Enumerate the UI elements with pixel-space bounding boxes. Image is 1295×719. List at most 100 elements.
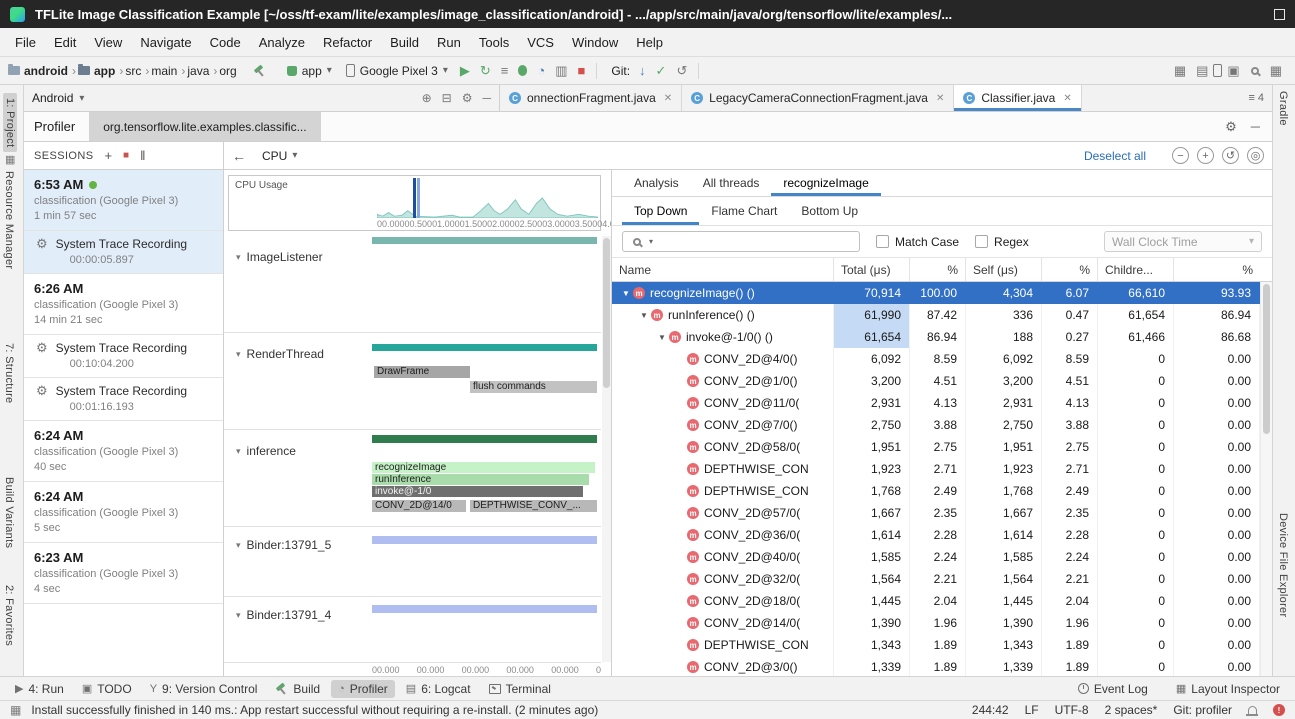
clock-type-dropdown[interactable]: Wall Clock Time ▾ bbox=[1104, 231, 1262, 252]
regex-checkbox[interactable]: Regex bbox=[975, 235, 1029, 249]
menu-item[interactable]: Build bbox=[381, 32, 428, 53]
profiler-session-tab[interactable]: org.tensorflow.lite.examples.classific..… bbox=[89, 112, 320, 141]
menu-item[interactable]: Edit bbox=[45, 32, 85, 53]
thread-lane[interactable]: ▾Binder:13791_4 bbox=[224, 597, 601, 663]
close-icon[interactable]: ✕ bbox=[1061, 93, 1071, 104]
attach-debugger-button[interactable]: ▥ bbox=[550, 63, 572, 79]
stop-session-button[interactable]: ■ bbox=[123, 150, 129, 161]
calltree-row[interactable]: m CONV_2D@1/0() 3,200 4.51 3,200 4.51 0 … bbox=[612, 370, 1272, 392]
toolbar-item-todo[interactable]: ▣ TODO bbox=[75, 680, 139, 698]
locate-file-icon[interactable]: ⊕ bbox=[422, 91, 432, 105]
tool-window-switcher-icon[interactable]: ▦ bbox=[10, 703, 21, 717]
selection-range[interactable] bbox=[417, 178, 420, 218]
trace-event[interactable]: CONV_2D@14/0 bbox=[372, 500, 466, 512]
toolbar-item-layout-inspector[interactable]: ▦ Layout Inspector bbox=[1169, 680, 1287, 698]
breadcrumb-java[interactable]: java bbox=[187, 64, 209, 78]
sidebar-item-structure[interactable]: 7: Structure bbox=[3, 343, 15, 403]
trace-event[interactable]: runInference bbox=[372, 474, 589, 485]
tab-analysis[interactable]: Analysis bbox=[622, 170, 691, 196]
debug-button[interactable] bbox=[518, 65, 527, 76]
calltree-row[interactable]: m CONV_2D@14/0( 1,390 1.96 1,390 1.96 0 … bbox=[612, 612, 1272, 634]
build-hammer-icon[interactable] bbox=[253, 64, 266, 77]
trace-event[interactable]: flush commands bbox=[470, 381, 597, 393]
calltree-row[interactable]: m CONV_2D@3/0() 1,339 1.89 1,339 1.89 0 … bbox=[612, 656, 1272, 676]
gear-icon[interactable]: ⚙ bbox=[462, 91, 473, 105]
apply-changes-button[interactable]: ↻ bbox=[475, 63, 496, 79]
toolbar-item-run[interactable]: ▶ 4: Run bbox=[8, 680, 71, 698]
thread-lane[interactable]: ▾inference recognizeImage runInference i… bbox=[224, 430, 601, 527]
project-view-selector[interactable]: Android bbox=[32, 91, 73, 105]
tab-top-down[interactable]: Top Down bbox=[622, 197, 699, 225]
calltree-row[interactable]: ▼ m recognizeImage() () 70,914 100.00 4,… bbox=[612, 282, 1272, 304]
back-arrow-icon[interactable]: ← bbox=[224, 148, 256, 164]
session-item[interactable]: 6:23 AM classification (Google Pixel 3) … bbox=[24, 543, 223, 604]
column-header-children[interactable]: Childre... bbox=[1098, 258, 1174, 281]
selection-handle[interactable] bbox=[413, 178, 416, 218]
run-button[interactable]: ▶ bbox=[455, 63, 475, 79]
calltree-row[interactable]: m CONV_2D@7/0() 2,750 3.88 2,750 3.88 0 … bbox=[612, 414, 1272, 436]
menu-item[interactable]: Analyze bbox=[250, 32, 314, 53]
reset-zoom-button[interactable]: ↺ bbox=[1222, 147, 1239, 164]
toolbar-item-profiler[interactable]: ◔ Profiler bbox=[331, 680, 395, 698]
column-header-total[interactable]: Total (μs) bbox=[834, 258, 910, 281]
breadcrumb-src[interactable]: src bbox=[125, 64, 141, 78]
breadcrumb-app[interactable]: app bbox=[78, 64, 115, 78]
calltree-row[interactable]: m DEPTHWISE_CON 1,768 2.49 1,768 2.49 0 … bbox=[612, 480, 1272, 502]
file-encoding[interactable]: UTF-8 bbox=[1055, 703, 1089, 717]
profiler-type-dropdown[interactable]: CPU ▾ bbox=[256, 147, 303, 165]
editor-tab[interactable]: C LegacyCameraConnectionFragment.java ✕ bbox=[682, 85, 954, 111]
calltree-row[interactable]: m DEPTHWISE_CON 1,923 2.71 1,923 2.71 0 … bbox=[612, 458, 1272, 480]
search-input[interactable] bbox=[655, 235, 855, 249]
run-config-dropdown[interactable]: app ▾ bbox=[280, 62, 339, 80]
calltree-row[interactable]: m CONV_2D@40/0( 1,585 2.24 1,585 2.24 0 … bbox=[612, 546, 1272, 568]
line-ending[interactable]: LF bbox=[1025, 703, 1039, 717]
project-structure-button[interactable]: ▦ bbox=[1265, 63, 1287, 79]
breadcrumb-main[interactable]: main bbox=[151, 64, 177, 78]
sdk-manager-button[interactable]: ▣ bbox=[1222, 63, 1244, 79]
cpu-scrollbar[interactable] bbox=[602, 236, 611, 662]
column-header-children-pct[interactable]: % bbox=[1174, 258, 1260, 281]
calltree-row[interactable]: m CONV_2D@11/0( 2,931 4.13 2,931 4.13 0 … bbox=[612, 392, 1272, 414]
calltree-row[interactable]: m CONV_2D@4/0() 6,092 8.59 6,092 8.59 0 … bbox=[612, 348, 1272, 370]
cpu-usage-chart[interactable]: CPU Usage 00.00000.50001.00001.50002.000… bbox=[228, 175, 601, 231]
git-commit-button[interactable]: ✓ bbox=[651, 63, 672, 79]
git-update-button[interactable]: ↓ bbox=[634, 63, 651, 78]
expand-arrow-icon[interactable]: ▼ bbox=[620, 289, 632, 298]
table-scrollbar[interactable] bbox=[1260, 282, 1272, 676]
recording-item[interactable]: ⚙ System Trace Recording 00:00:05.897 bbox=[24, 231, 223, 274]
caret-position[interactable]: 244:42 bbox=[972, 703, 1009, 717]
toolbar-item-terminal[interactable]: Terminal bbox=[482, 680, 558, 698]
calltree-row[interactable]: m CONV_2D@18/0( 1,445 2.04 1,445 2.04 0 … bbox=[612, 590, 1272, 612]
column-header-total-pct[interactable]: % bbox=[910, 258, 966, 281]
close-icon[interactable]: ✕ bbox=[662, 93, 672, 104]
scrollbar-thumb[interactable] bbox=[603, 238, 610, 388]
collapse-all-icon[interactable]: ⊟ bbox=[442, 91, 452, 105]
menu-item[interactable]: Tools bbox=[470, 32, 518, 53]
tab-bottom-up[interactable]: Bottom Up bbox=[789, 197, 870, 225]
recording-item[interactable]: ⚙ System Trace Recording 00:01:16.193 bbox=[24, 378, 223, 421]
status-message[interactable]: Install successfully finished in 140 ms.… bbox=[31, 703, 952, 717]
resource-manager-icon[interactable]: ▦ bbox=[5, 153, 15, 166]
editor-tab[interactable]: C onnectionFragment.java ✕ bbox=[500, 85, 682, 111]
calltree-row[interactable]: ▼ m invoke@-1/0() () 61,654 86.94 188 0.… bbox=[612, 326, 1272, 348]
menu-item[interactable]: File bbox=[6, 32, 45, 53]
tab-all-threads[interactable]: All threads bbox=[691, 170, 772, 196]
profile-button[interactable]: ◔ bbox=[532, 63, 550, 78]
hide-panel-icon[interactable]: ─ bbox=[1251, 119, 1260, 134]
column-header-self-pct[interactable]: % bbox=[1042, 258, 1098, 281]
menu-item[interactable]: Navigate bbox=[131, 32, 200, 53]
git-rollback-button[interactable]: ↺ bbox=[671, 63, 692, 79]
sidebar-item-build-variants[interactable]: Build Variants bbox=[3, 477, 15, 548]
toolbar-item-build[interactable]: Build bbox=[268, 680, 327, 698]
session-item[interactable]: 6:24 AM classification (Google Pixel 3) … bbox=[24, 482, 223, 543]
breadcrumb-org[interactable]: org bbox=[219, 64, 236, 78]
sidebar-item-resource-manager[interactable]: Resource Manager bbox=[3, 171, 15, 269]
zoom-out-button[interactable]: − bbox=[1172, 147, 1189, 164]
zoom-in-button[interactable]: + bbox=[1197, 147, 1214, 164]
new-session-button[interactable]: + bbox=[104, 148, 112, 163]
trace-event[interactable]: recognizeImage bbox=[372, 462, 595, 473]
menu-item[interactable]: Window bbox=[563, 32, 627, 53]
thread-lane[interactable]: ▾ImageListener bbox=[224, 236, 601, 333]
tab-flame-chart[interactable]: Flame Chart bbox=[699, 197, 789, 225]
indent-setting[interactable]: 2 spaces* bbox=[1105, 703, 1158, 717]
